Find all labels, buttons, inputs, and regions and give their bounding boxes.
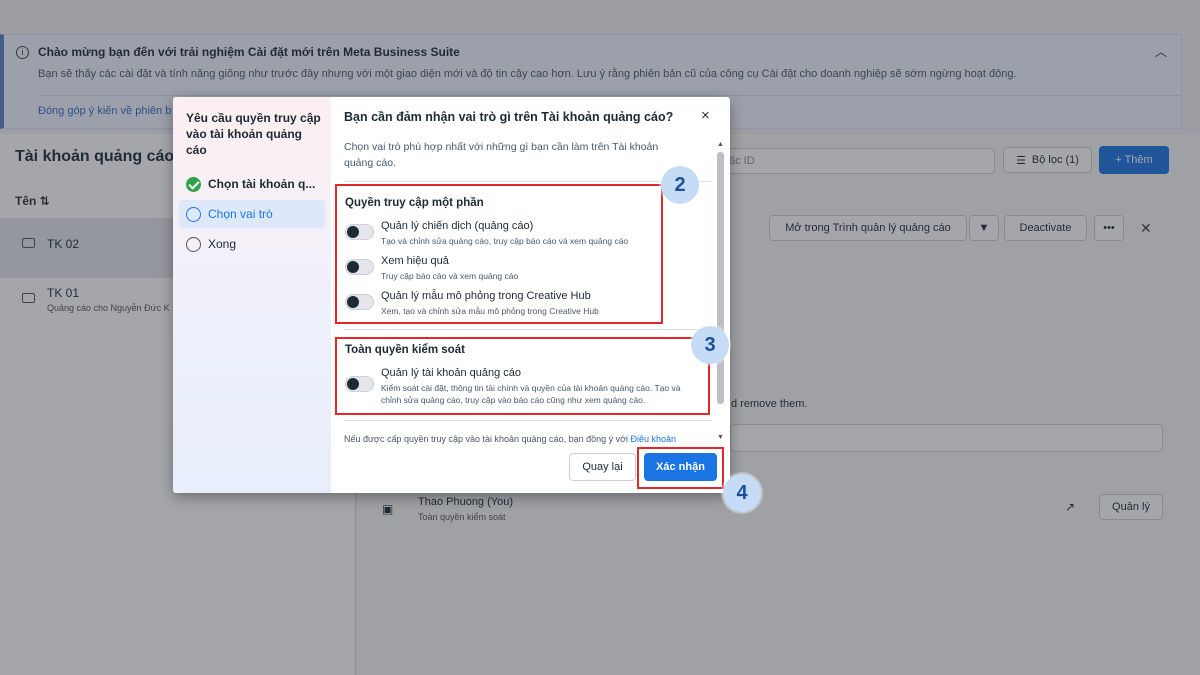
sidebar-title: Yêu cầu quyền truy cập vào tài khoản quả…	[186, 111, 321, 157]
check-circle-icon	[186, 176, 201, 192]
highlight-confirm-button	[637, 447, 724, 489]
dialog-steps-sidebar: Yêu cầu quyền truy cập vào tài khoản quả…	[173, 97, 331, 493]
terms-notice: Nếu được cấp quyền truy cập vào tài khoả…	[344, 434, 676, 444]
section-divider	[344, 181, 712, 182]
highlight-full-control	[335, 337, 710, 415]
scroll-down-icon[interactable]: ▼	[717, 434, 724, 441]
circle-icon	[186, 206, 201, 222]
terms-text: Nếu được cấp quyền truy cập vào tài khoả…	[344, 434, 631, 444]
terms-link[interactable]: Điều khoản	[631, 434, 677, 444]
step-choose-role[interactable]: Chọn vai trò	[179, 200, 325, 228]
circle-icon	[186, 236, 201, 252]
highlight-partial-access	[335, 184, 663, 324]
step-badge-4: 4	[723, 474, 761, 512]
close-icon[interactable]: ×	[701, 107, 710, 124]
section-divider	[344, 329, 712, 330]
step-done: Xong	[179, 230, 325, 258]
step-label: Xong	[208, 237, 237, 251]
scroll-up-icon[interactable]: ▲	[717, 141, 724, 148]
section-divider	[344, 420, 712, 421]
step-choose-account[interactable]: Chọn tài khoản q...	[179, 170, 325, 198]
step-label: Chọn vai trò	[208, 207, 273, 221]
step-label: Chọn tài khoản q...	[208, 177, 316, 191]
dialog-title: Bạn cần đảm nhận vai trò gì trên Tài kho…	[344, 110, 674, 124]
scrollbar-thumb[interactable]	[717, 152, 724, 404]
back-button[interactable]: Quay lại	[569, 453, 636, 481]
dialog-description: Chọn vai trò phù hợp nhất với những gì b…	[344, 141, 659, 169]
step-badge-2: 2	[661, 166, 699, 204]
step-badge-3: 3	[691, 326, 729, 364]
